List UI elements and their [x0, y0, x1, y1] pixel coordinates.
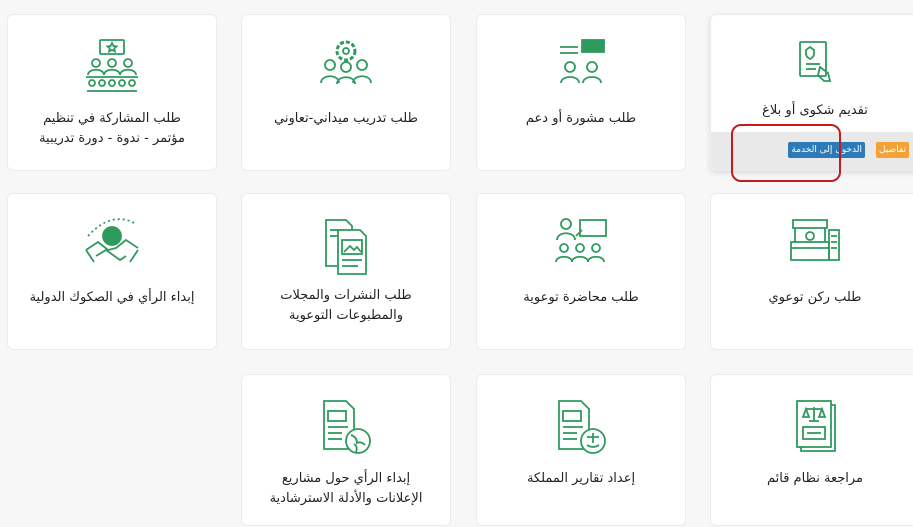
service-card-lecture[interactable]: طلب محاضرة توعوية — [476, 193, 686, 350]
service-label: طلب تدريب ميداني-تعاوني — [274, 111, 418, 126]
kingdom-report-icon — [558, 400, 606, 454]
service-label: طلب ركن توعوي — [768, 290, 862, 305]
service-label: إبداء الرأي حول مشاريع الإعلانات والأدلة… — [269, 471, 423, 506]
law-book-icon — [796, 400, 836, 452]
service-card-publications[interactable]: طلب النشرات والمجلات والمطبوعات التوعوية — [241, 193, 451, 350]
service-card-booth[interactable]: طلب ركن توعوي — [710, 193, 913, 350]
service-label: طلب مشورة أو دعم — [525, 111, 637, 126]
booth-icon — [790, 219, 840, 261]
service-card-international[interactable]: إبداء الرأي في الصكوك الدولية — [7, 193, 217, 350]
service-label: طلب النشرات والمجلات والمطبوعات التوعوية — [280, 288, 412, 323]
lecture-icon — [555, 218, 607, 263]
service-card-guides[interactable]: إبداء الرأي حول مشاريع الإعلانات والأدلة… — [241, 374, 451, 526]
service-label: إبداء الرأي في الصكوك الدولية — [29, 290, 195, 305]
complaint-form-icon — [799, 41, 832, 82]
service-label: تقديم شكوى أو بلاغ — [762, 103, 868, 118]
service-label: إعداد تقارير المملكة — [526, 471, 636, 486]
service-label: مراجعة نظام قائم — [766, 471, 864, 486]
training-team-icon — [320, 40, 372, 85]
conference-icon — [86, 39, 138, 92]
service-card-law-review[interactable]: مراجعة نظام قائم — [710, 374, 913, 526]
consultation-icon — [560, 39, 605, 84]
details-button[interactable]: تفاصيل — [876, 142, 909, 158]
service-card-kingdom-reports[interactable]: إعداد تقارير المملكة — [476, 374, 686, 526]
document-globe-icon — [323, 400, 371, 454]
service-card-consultation[interactable]: طلب مشورة أو دعم — [476, 14, 686, 171]
service-label: طلب محاضرة توعوية — [523, 290, 639, 305]
publications-icon — [325, 219, 367, 275]
highlight-annotation — [731, 124, 841, 182]
service-card-training[interactable]: طلب تدريب ميداني-تعاوني — [241, 14, 451, 171]
global-handshake-icon — [85, 218, 139, 263]
service-label: طلب المشاركة في تنظيم مؤتمر - ندوة - دور… — [39, 111, 185, 146]
service-card-conference[interactable]: طلب المشاركة في تنظيم مؤتمر - ندوة - دور… — [7, 14, 217, 171]
